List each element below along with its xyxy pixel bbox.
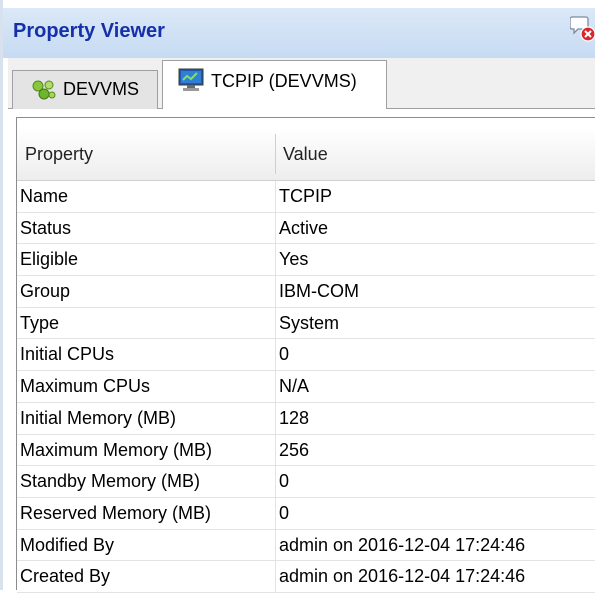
tab-devvms[interactable]: DEVVMS bbox=[12, 70, 158, 109]
column-header-property[interactable]: Property bbox=[25, 128, 93, 180]
property-panel: Property Value Name TCPIP Status Active El… bbox=[8, 109, 595, 593]
table-header: Property Value bbox=[17, 128, 595, 181]
value-cell: IBM-COM bbox=[279, 281, 359, 302]
table-row[interactable]: Initial Memory (MB) 128 bbox=[17, 402, 595, 435]
cluster-icon bbox=[31, 79, 57, 106]
cell-divider bbox=[275, 339, 276, 371]
table-row[interactable]: Reserved Memory (MB) 0 bbox=[17, 497, 595, 530]
window-frame bbox=[0, 0, 3, 590]
value-cell: 0 bbox=[279, 502, 290, 523]
value-cell: 0 bbox=[279, 471, 290, 492]
table-row[interactable]: Maximum CPUs N/A bbox=[17, 371, 595, 403]
comment-close-icon[interactable] bbox=[569, 14, 595, 44]
property-cell: Initial Memory (MB) bbox=[20, 407, 177, 428]
property-cell: Type bbox=[20, 312, 60, 333]
cell-divider bbox=[275, 212, 276, 244]
property-cell: Reserved Memory (MB) bbox=[20, 502, 212, 523]
cell-divider bbox=[275, 497, 276, 529]
tab-tcpip[interactable]: TCPIP (DEVVMS) bbox=[162, 60, 387, 109]
monitor-icon bbox=[177, 67, 207, 98]
table-row[interactable]: Type System bbox=[17, 307, 595, 340]
tab-strip: DEVVMS TCPIP (DEVVMS) bbox=[8, 58, 595, 110]
property-cell: Maximum CPUs bbox=[20, 376, 151, 397]
value-cell: 0 bbox=[279, 344, 290, 365]
tab-label: TCPIP (DEVVMS) bbox=[211, 71, 357, 91]
title-bar: Property Viewer bbox=[3, 8, 595, 58]
table-row[interactable]: Maximum Memory (MB) 256 bbox=[17, 434, 595, 467]
value-cell: Active bbox=[279, 217, 329, 238]
property-table: Property Value Name TCPIP Status Active El… bbox=[16, 117, 595, 593]
cell-divider bbox=[275, 276, 276, 307]
cell-divider bbox=[275, 561, 276, 592]
table-row[interactable]: Modified By admin on 2016-12-04 17:24:46 bbox=[17, 529, 595, 562]
cell-divider bbox=[275, 402, 276, 434]
value-cell: System bbox=[279, 312, 340, 333]
value-cell: admin on 2016-12-04 17:24:46 bbox=[279, 566, 526, 587]
table-row[interactable]: Initial CPUs 0 bbox=[17, 339, 595, 372]
cell-divider bbox=[275, 466, 276, 497]
value-cell: N/A bbox=[279, 376, 310, 397]
value-cell: Yes bbox=[279, 249, 309, 270]
property-cell: Maximum Memory (MB) bbox=[20, 439, 212, 460]
column-header-value[interactable]: Value bbox=[283, 128, 328, 180]
cell-divider bbox=[275, 244, 276, 276]
property-cell: Modified By bbox=[20, 534, 115, 555]
property-cell: Status bbox=[20, 217, 72, 238]
table-body: Name TCPIP Status Active Eligible Yes Group… bbox=[17, 181, 595, 593]
table-row[interactable]: Eligible Yes bbox=[17, 244, 595, 277]
tab-label: DEVVMS bbox=[63, 79, 140, 99]
window-title: Property Viewer bbox=[13, 20, 165, 42]
cell-divider bbox=[275, 434, 276, 466]
value-cell: 128 bbox=[279, 407, 310, 428]
table-row[interactable]: Group IBM-COM bbox=[17, 276, 595, 308]
value-cell: admin on 2016-12-04 17:24:46 bbox=[279, 534, 526, 555]
property-cell: Eligible bbox=[20, 249, 79, 270]
table-row[interactable]: Name TCPIP bbox=[17, 181, 595, 213]
column-divider[interactable] bbox=[275, 134, 276, 174]
cell-divider bbox=[275, 307, 276, 339]
property-cell: Created By bbox=[20, 566, 111, 587]
table-row[interactable]: Created By admin on 2016-12-04 17:24:46 bbox=[17, 561, 595, 593]
cell-divider bbox=[275, 181, 276, 212]
property-cell: Group bbox=[20, 281, 71, 302]
property-cell: Initial CPUs bbox=[20, 344, 115, 365]
cell-divider bbox=[275, 529, 276, 561]
value-cell: TCPIP bbox=[279, 186, 333, 206]
value-cell: 256 bbox=[279, 439, 310, 460]
table-row[interactable]: Status Active bbox=[17, 212, 595, 245]
cell-divider bbox=[275, 371, 276, 402]
table-row[interactable]: Standby Memory (MB) 0 bbox=[17, 466, 595, 498]
property-cell: Name bbox=[20, 186, 69, 206]
property-cell: Standby Memory (MB) bbox=[20, 471, 201, 492]
